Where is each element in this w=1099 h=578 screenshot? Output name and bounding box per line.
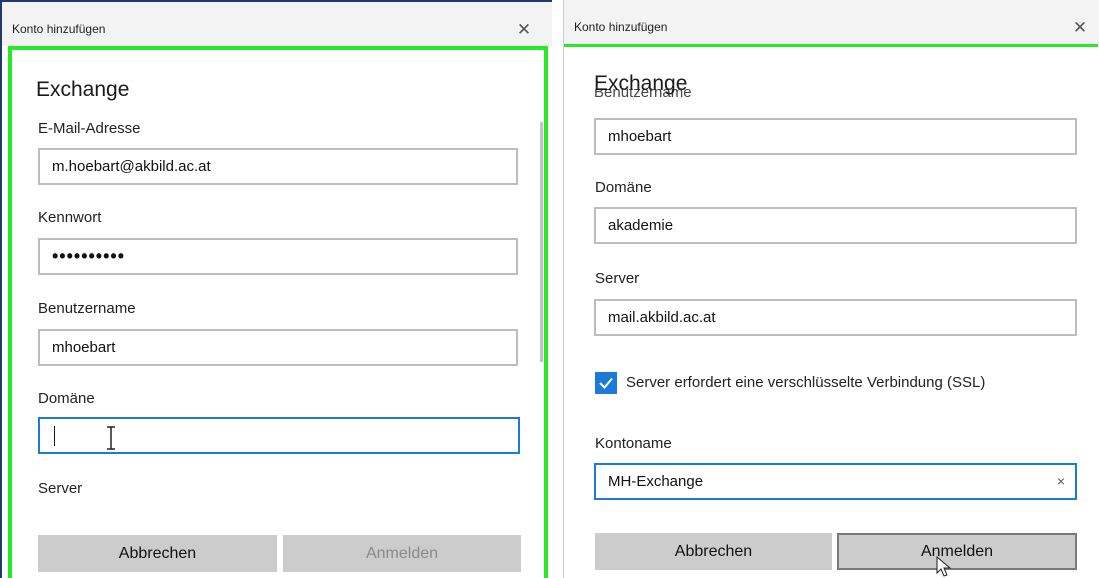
text-caret xyxy=(54,426,55,446)
highlight-border-left xyxy=(8,46,12,578)
scrollbar[interactable] xyxy=(540,122,543,362)
highlight-border-right xyxy=(544,46,548,578)
pointer-cursor-icon xyxy=(936,555,952,578)
account-name-label: Kontoname xyxy=(595,435,672,452)
title-bar: Konto hinzufügen ✕ xyxy=(564,0,1099,44)
clear-icon[interactable]: × xyxy=(1057,465,1065,498)
email-field[interactable]: m.hoebart@akbild.ac.at xyxy=(38,148,518,185)
highlight-border-top xyxy=(8,46,548,50)
window-title: Konto hinzufügen xyxy=(12,22,106,36)
username-label: Benutzername xyxy=(38,300,136,317)
password-label: Kennwort xyxy=(38,209,102,226)
password-field[interactable]: •••••••••• xyxy=(38,238,518,275)
checkmark-icon xyxy=(599,377,613,389)
cancel-button[interactable]: Abbrechen xyxy=(595,533,832,570)
ssl-checkbox[interactable] xyxy=(595,372,617,394)
sign-in-button[interactable]: Anmelden xyxy=(283,535,521,572)
server-label: Server xyxy=(38,480,83,497)
domain-label: Domäne xyxy=(38,390,95,407)
title-bar: Konto hinzufügen ✕ xyxy=(2,2,552,46)
server-label: Server xyxy=(595,270,640,287)
page-title: Exchange xyxy=(36,78,130,101)
page-title: Exchange xyxy=(594,72,688,95)
account-name-value: MH-Exchange xyxy=(608,473,704,490)
domain-label: Domäne xyxy=(595,179,652,196)
sign-in-button[interactable]: Anmelden xyxy=(837,533,1077,570)
add-account-dialog-right: Konto hinzufügen ✕ Benutzername Exchange… xyxy=(563,0,1099,578)
ssl-label[interactable]: Server erfordert eine verschlüsselte Ver… xyxy=(626,374,985,391)
window-title: Konto hinzufügen xyxy=(574,20,668,34)
username-field[interactable]: mhoebart xyxy=(38,329,518,366)
highlight-border-top xyxy=(564,44,1098,47)
account-name-field[interactable]: MH-Exchange × xyxy=(594,463,1077,500)
text-cursor-icon xyxy=(106,426,116,450)
email-label: E-Mail-Adresse xyxy=(38,120,141,137)
cancel-button[interactable]: Abbrechen xyxy=(38,535,277,572)
close-button[interactable]: ✕ xyxy=(510,18,538,42)
username-field[interactable]: mhoebart xyxy=(594,118,1077,155)
server-field[interactable]: mail.akbild.ac.at xyxy=(594,299,1077,336)
add-account-dialog-left: Konto hinzufügen ✕ Exchange E-Mail-Adres… xyxy=(0,0,552,578)
domain-field[interactable]: akademie xyxy=(594,207,1077,244)
close-button[interactable]: ✕ xyxy=(1066,16,1094,40)
